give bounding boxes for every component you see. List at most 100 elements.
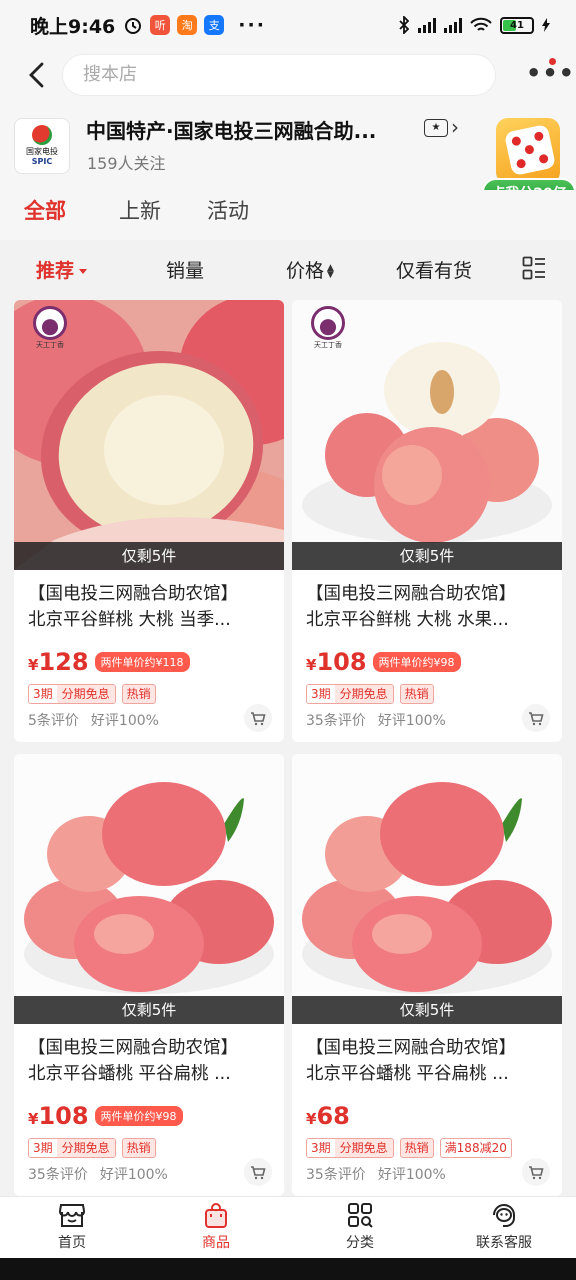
product-tags: 3期 分期免息 热销: [306, 684, 434, 704]
battery-level: 41: [510, 19, 524, 31]
chevron-right-icon[interactable]: ›: [451, 115, 459, 139]
sort-recommended[interactable]: 推荐: [36, 256, 87, 283]
store-rating-badge-icon[interactable]: ★: [424, 119, 448, 137]
store-name[interactable]: 中国特产·国家电投三网融合助...: [86, 115, 416, 144]
product-title-line2[interactable]: 北京平谷蟠桃 平谷扁桃 ...: [306, 1062, 552, 1087]
nav-category[interactable]: 分类: [310, 1201, 410, 1252]
installment-tag: 3期 分期免息: [28, 684, 116, 704]
currency-symbol: ¥: [306, 656, 317, 674]
add-to-cart-icon[interactable]: [522, 1158, 550, 1186]
store-logo[interactable]: 国家电投 SPIC: [14, 118, 70, 174]
stock-banner: 仅剩5件: [14, 542, 284, 570]
product-title-line1[interactable]: 【国电投三网融合助农馆】: [306, 1036, 552, 1061]
rating-percent: 好评100%: [99, 1167, 168, 1183]
bundle-unit-price: 两件单价约¥118: [94, 652, 190, 672]
farm-brand-logo: 天工丁香: [24, 306, 76, 354]
product-tags: 3期 分期免息 热销: [28, 1138, 156, 1158]
signal-icon-2: [444, 17, 462, 33]
product-reviews: 35条评价 好评100%: [28, 1164, 168, 1184]
stock-banner: 仅剩5件: [14, 996, 284, 1024]
tab-new[interactable]: 上新: [119, 195, 161, 225]
currency-symbol: ¥: [28, 656, 39, 674]
price-value: 68: [316, 1102, 350, 1130]
back-arrow-icon[interactable]: [26, 60, 48, 90]
installment-tag: 3期 分期免息: [306, 684, 394, 704]
filter-in-stock[interactable]: 仅看有货: [396, 256, 472, 283]
add-to-cart-icon[interactable]: [244, 704, 272, 732]
layout-toggle-icon[interactable]: [522, 256, 546, 280]
sort-bar: 推荐 销量 价格 ▲ ▼ 仅看有货: [0, 240, 576, 298]
add-to-cart-icon[interactable]: [244, 1158, 272, 1186]
sort-price[interactable]: 价格 ▲ ▼: [286, 256, 334, 283]
nav-products-label: 商品: [202, 1235, 230, 1251]
nav-home-label: 首页: [58, 1235, 86, 1251]
customer-service-icon: [493, 1204, 515, 1227]
review-count: 35条评价: [28, 1167, 88, 1183]
signal-icon: [418, 17, 436, 33]
nav-category-label: 分类: [346, 1235, 374, 1251]
installment-tag: 3期 分期免息: [28, 1138, 116, 1158]
tab-activity[interactable]: 活动: [207, 195, 249, 225]
notification-dot: [549, 58, 556, 65]
app-notification-icon: 听: [150, 15, 171, 35]
nav-products[interactable]: 商品: [166, 1201, 266, 1252]
product-image[interactable]: 仅剩5件: [14, 754, 284, 1024]
product-title-line1[interactable]: 【国电投三网融合助农馆】: [28, 1036, 274, 1061]
tab-all[interactable]: 全部: [24, 195, 66, 225]
more-menu-button[interactable]: •••: [526, 61, 575, 85]
product-card[interactable]: 天工丁香 仅剩5件 【国电投三网融合助农馆】 北京平谷鲜桃 大桃 当季... ¥…: [14, 300, 284, 742]
spic-logo-icon: [32, 125, 52, 145]
bottom-navigation: 首页 商品 分类 联系客服: [0, 1196, 576, 1258]
nav-customer-service[interactable]: 联系客服: [454, 1201, 554, 1252]
currency-symbol: ¥: [306, 1110, 317, 1128]
discount-tag: 满188减20: [439, 1138, 512, 1158]
sort-sales[interactable]: 销量: [166, 256, 204, 283]
farm-brand-logo: 天工丁香: [302, 306, 354, 354]
review-count: 5条评价: [28, 713, 79, 729]
wifi-icon: [470, 17, 492, 31]
store-tabs: 全部 上新 活动: [0, 190, 576, 240]
product-title-line2[interactable]: 北京平谷鲜桃 大桃 水果...: [306, 608, 552, 633]
product-reviews: 35条评价 好评100%: [306, 1164, 446, 1184]
nav-customer-service-label: 联系客服: [476, 1235, 532, 1251]
product-image[interactable]: 天工丁香 仅剩5件: [292, 300, 562, 570]
brand-text: 天工丁香: [314, 341, 342, 349]
add-to-cart-icon[interactable]: [522, 704, 550, 732]
product-title-line2[interactable]: 北京平谷蟠桃 平谷扁桃 ...: [28, 1062, 274, 1087]
product-card[interactable]: 天工丁香 仅剩5件 【国电投三网融合助农馆】 北京平谷鲜桃 大桃 水果... ¥…: [292, 300, 562, 742]
product-card[interactable]: 仅剩5件 【国电投三网融合助农馆】 北京平谷蟠桃 平谷扁桃 ... ¥68 3期…: [292, 754, 562, 1196]
clock: 晚上9:46: [30, 15, 116, 38]
store-home-icon: [59, 1204, 85, 1227]
dice-icon: [496, 118, 560, 184]
price-value: 108: [38, 1102, 89, 1130]
store-search-input[interactable]: 搜本店: [62, 54, 496, 96]
nav-home[interactable]: 首页: [22, 1201, 122, 1252]
status-bar: 晚上9:46 听 淘 支 ··· 41: [0, 0, 576, 50]
product-image[interactable]: 仅剩5件: [292, 754, 562, 1024]
hot-sale-tag: 热销: [399, 1138, 434, 1158]
rating-percent: 好评100%: [377, 1167, 446, 1183]
top-bar: 搜本店 •••: [0, 50, 576, 100]
installment-tag: 3期 分期免息: [306, 1138, 394, 1158]
sort-price-label: 价格: [286, 260, 325, 282]
system-home-bar: [0, 1258, 576, 1280]
logo-text-en: SPIC: [31, 157, 53, 166]
sort-arrows-icon: ▲ ▼: [327, 262, 334, 280]
hot-sale-tag: 热销: [121, 1138, 156, 1158]
sort-recommended-label: 推荐: [36, 260, 75, 282]
category-grid-icon: [348, 1203, 373, 1228]
currency-symbol: ¥: [28, 1110, 39, 1128]
bundle-unit-price: 两件单价约¥98: [94, 1106, 183, 1126]
product-card[interactable]: 仅剩5件 【国电投三网融合助农馆】 北京平谷蟠桃 平谷扁桃 ... ¥108 两件…: [14, 754, 284, 1196]
product-title-line1[interactable]: 【国电投三网融合助农馆】: [306, 582, 552, 607]
flat-peach-illustration: [14, 754, 284, 1024]
product-reviews: 35条评价 好评100%: [306, 710, 446, 730]
product-reviews: 5条评价 好评100%: [28, 710, 159, 730]
price-value: 108: [316, 648, 367, 676]
product-image[interactable]: 天工丁香 仅剩5件: [14, 300, 284, 570]
product-title-line1[interactable]: 【国电投三网融合助农馆】: [28, 582, 274, 607]
product-price: ¥108 两件单价约¥98: [306, 648, 461, 676]
product-title-line2[interactable]: 北京平谷鲜桃 大桃 当季...: [28, 608, 274, 633]
charging-icon: [542, 18, 550, 32]
hot-sale-tag: 热销: [399, 684, 434, 704]
